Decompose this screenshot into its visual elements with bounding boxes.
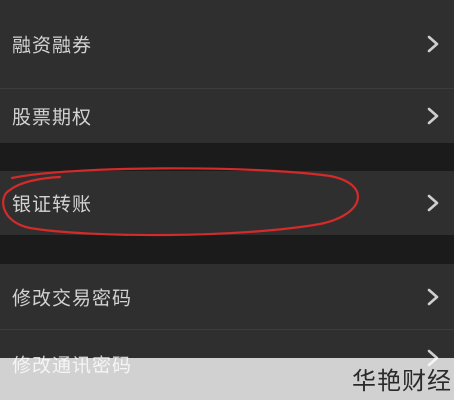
menu-item-label: 融资融券 <box>12 34 93 57</box>
menu-item-label: 股票期权 <box>12 106 93 129</box>
menu-item-margin-trading[interactable]: 融资融券 <box>0 0 454 88</box>
chevron-right-icon <box>427 107 439 125</box>
settings-screen: 融资融券 股票期权 银证转账 修改交易密码 修改通讯密码 <box>0 0 454 400</box>
section-gap <box>0 143 454 171</box>
menu-item-bank-securities-transfer[interactable]: 银证转账 <box>0 171 454 235</box>
watermark-text: 华艳财经 <box>352 367 452 395</box>
chevron-right-icon <box>427 288 439 305</box>
menu-item-label: 银证转账 <box>12 193 93 216</box>
chevron-right-icon <box>427 35 439 53</box>
section-gap <box>0 235 454 264</box>
menu-item-stock-options[interactable]: 股票期权 <box>0 89 454 143</box>
menu-item-change-trade-password[interactable]: 修改交易密码 <box>0 264 454 329</box>
menu-item-label: 修改交易密码 <box>12 287 133 309</box>
chevron-right-icon <box>427 194 439 212</box>
